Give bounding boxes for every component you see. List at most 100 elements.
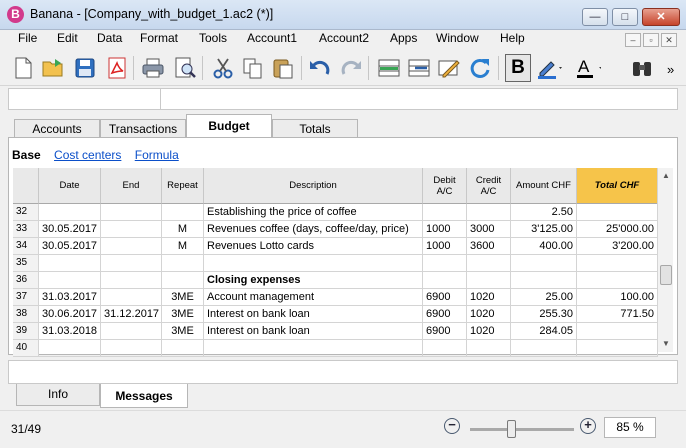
table-row[interactable]: 39 31.03.2018 3ME Interest on bank loan 6900… (13, 323, 658, 340)
vertical-scrollbar[interactable]: ▲ ▼ (657, 168, 673, 352)
table-row[interactable]: 32 Establishing the price of coffee 2.50 (13, 204, 658, 221)
mdi-minimize-button[interactable]: – (625, 33, 641, 47)
cell-amount[interactable] (511, 255, 577, 272)
save-icon[interactable] (72, 54, 98, 82)
minimize-button[interactable]: — (582, 8, 608, 26)
tab-budget[interactable]: Budget (186, 114, 272, 138)
tab-accounts[interactable]: Accounts (14, 119, 100, 138)
cell-amount[interactable]: 284.05 (511, 323, 577, 340)
cell-description[interactable]: Revenues Lotto cards (204, 238, 423, 255)
cell-amount[interactable] (511, 340, 577, 357)
cell-date[interactable] (39, 340, 101, 357)
pdf-export-icon[interactable] (104, 54, 130, 82)
cell-repeat[interactable]: M (162, 238, 204, 255)
print-icon[interactable] (140, 54, 166, 82)
cell-debit[interactable]: 6900 (423, 323, 467, 340)
cell-total[interactable] (577, 323, 658, 340)
tab-messages[interactable]: Messages (100, 384, 188, 408)
cell-repeat[interactable] (162, 340, 204, 357)
tab-transactions[interactable]: Transactions (100, 119, 186, 138)
menu-file[interactable]: File (18, 31, 37, 45)
new-file-icon[interactable] (10, 54, 36, 82)
table-row[interactable]: 36 Closing expenses (13, 272, 658, 289)
maximize-button[interactable]: □ (612, 8, 638, 26)
column-header-repeat[interactable]: Repeat (162, 168, 204, 204)
table-row[interactable]: 38 30.06.2017 31.12.2017 3ME Interest on ban… (13, 306, 658, 323)
menu-account2[interactable]: Account2 (319, 31, 369, 45)
cell-description[interactable] (204, 340, 423, 357)
view-cost-centers[interactable]: Cost centers (54, 148, 121, 162)
table-row[interactable]: 34 30.05.2017 M Revenues Lotto cards 1000 360… (13, 238, 658, 255)
cell-date[interactable] (39, 255, 101, 272)
insert-rows-icon[interactable] (376, 54, 402, 82)
column-header-date[interactable]: Date (39, 168, 101, 204)
edit-pen-icon[interactable] (436, 54, 462, 82)
table-row[interactable]: 40 (13, 340, 658, 357)
cell-debit[interactable] (423, 340, 467, 357)
tab-info[interactable]: Info (16, 384, 100, 406)
cell-date[interactable]: 30.06.2017 (39, 306, 101, 323)
cell-total[interactable] (577, 340, 658, 357)
menu-tools[interactable]: Tools (199, 31, 227, 45)
cell-credit[interactable]: 3000 (467, 221, 511, 238)
cell-repeat[interactable] (162, 255, 204, 272)
cell-description[interactable]: Interest on bank loan (204, 323, 423, 340)
cell-date[interactable]: 31.03.2017 (39, 289, 101, 306)
paste-icon[interactable] (270, 54, 296, 82)
recalculate-icon[interactable] (467, 54, 493, 82)
cell-repeat[interactable] (162, 272, 204, 289)
font-color-icon[interactable]: A (575, 54, 601, 82)
cell-end[interactable] (101, 204, 162, 221)
zoom-level-field[interactable]: 85 % (604, 417, 656, 438)
zoom-out-icon[interactable]: − (444, 418, 460, 434)
cell-amount[interactable] (511, 272, 577, 289)
column-header-rownum[interactable] (13, 168, 39, 204)
cell-credit[interactable] (467, 204, 511, 221)
menu-format[interactable]: Format (140, 31, 178, 45)
close-button[interactable]: ✕ (642, 8, 680, 26)
zoom-slider-thumb[interactable] (507, 420, 516, 438)
cell-credit[interactable]: 1020 (467, 289, 511, 306)
tab-totals[interactable]: Totals (272, 119, 358, 138)
mdi-close-button[interactable]: ✕ (661, 33, 677, 47)
delete-rows-icon[interactable] (406, 54, 432, 82)
cell-date[interactable]: 30.05.2017 (39, 221, 101, 238)
cell-total[interactable]: 771.50 (577, 306, 658, 323)
cell-content-field[interactable] (162, 89, 677, 109)
cell-debit[interactable] (423, 204, 467, 221)
cell-repeat[interactable]: 3ME (162, 306, 204, 323)
cell-amount[interactable]: 255.30 (511, 306, 577, 323)
cell-description[interactable] (204, 255, 423, 272)
cell-debit[interactable] (423, 255, 467, 272)
cell-date[interactable]: 31.03.2018 (39, 323, 101, 340)
toolbar-overflow-icon[interactable]: » (667, 62, 674, 77)
cell-end[interactable] (101, 323, 162, 340)
cell-credit[interactable]: 1020 (467, 306, 511, 323)
binoculars-icon[interactable] (629, 54, 655, 82)
cell-amount[interactable]: 2.50 (511, 204, 577, 221)
cell-debit[interactable]: 6900 (423, 306, 467, 323)
cell-credit[interactable] (467, 272, 511, 289)
table-row[interactable]: 37 31.03.2017 3ME Account management 6900 102… (13, 289, 658, 306)
cell-debit[interactable]: 6900 (423, 289, 467, 306)
menu-data[interactable]: Data (97, 31, 122, 45)
cell-end[interactable] (101, 255, 162, 272)
cell-debit[interactable]: 1000 (423, 221, 467, 238)
open-folder-icon[interactable] (40, 54, 66, 82)
cell-end[interactable] (101, 289, 162, 306)
cell-repeat[interactable]: M (162, 221, 204, 238)
cell-total[interactable] (577, 204, 658, 221)
view-formula[interactable]: Formula (135, 148, 179, 162)
bold-icon[interactable]: B (505, 54, 531, 82)
cell-end[interactable] (101, 340, 162, 357)
menu-edit[interactable]: Edit (57, 31, 78, 45)
view-base[interactable]: Base (12, 148, 41, 162)
cell-amount[interactable]: 3'125.00 (511, 221, 577, 238)
cell-total[interactable] (577, 272, 658, 289)
cell-credit[interactable]: 1020 (467, 323, 511, 340)
cell-debit[interactable] (423, 272, 467, 289)
copy-icon[interactable] (240, 54, 266, 82)
cell-amount[interactable]: 400.00 (511, 238, 577, 255)
cut-icon[interactable] (210, 54, 236, 82)
cell-date[interactable] (39, 204, 101, 221)
